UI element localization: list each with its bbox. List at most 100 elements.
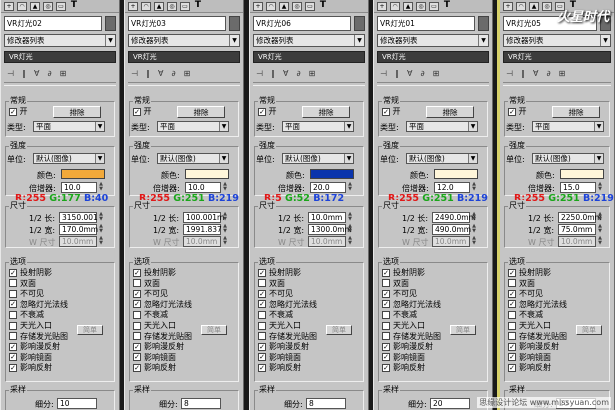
display-tab-icon[interactable]: ▭	[305, 1, 315, 11]
motion-tab-icon[interactable]: ◎	[292, 1, 302, 11]
multiplier-field[interactable]: 20.0	[310, 182, 346, 193]
display-tab-icon[interactable]: ▭	[429, 1, 439, 11]
display-tab-icon[interactable]: ▭	[180, 1, 190, 11]
utilities-hammer-icon[interactable]: T	[442, 0, 452, 11]
modifier-stack-item[interactable]: VR灯光	[377, 51, 489, 63]
on-checkbox[interactable]	[9, 107, 17, 116]
motion-tab-icon[interactable]: ◎	[167, 1, 177, 11]
hierarchy-tab-icon[interactable]: ▲	[154, 1, 164, 11]
light-color-picker[interactable]	[560, 169, 604, 179]
show-end-result-icon[interactable]: ‖	[395, 69, 399, 78]
skylight-portal-checkbox[interactable]	[382, 321, 390, 330]
type-dropdown[interactable]: 平面 ▼	[406, 121, 478, 132]
exclude-button[interactable]: 排除	[552, 106, 600, 118]
simple-button[interactable]: 简单	[201, 325, 227, 335]
hierarchy-tab-icon[interactable]: ▲	[279, 1, 289, 11]
make-unique-icon[interactable]: ∀	[407, 69, 412, 78]
remove-modifier-icon[interactable]: ∂	[546, 69, 550, 78]
modify-tab-icon[interactable]: ◠	[390, 1, 400, 11]
skylight-portal-checkbox[interactable]	[9, 321, 17, 330]
no-decay-checkbox[interactable]	[133, 310, 141, 319]
cast-shadows-checkbox[interactable]	[508, 268, 516, 277]
units-dropdown[interactable]: 默认(图像) ▼	[532, 153, 604, 164]
half-length-field[interactable]: 10.0mm	[308, 212, 346, 223]
subdivs-field[interactable]: 20	[430, 398, 470, 409]
configure-sets-icon[interactable]: ⊞	[559, 69, 566, 78]
half-width-spinner[interactable]: ▲ ▼	[98, 224, 104, 235]
show-end-result-icon[interactable]: ‖	[146, 69, 150, 78]
multiplier-field[interactable]: 15.0	[560, 182, 596, 193]
object-color-swatch[interactable]	[105, 16, 116, 31]
modifier-stack-item[interactable]: VR灯光	[253, 51, 365, 63]
modifier-list-dropdown[interactable]: 修改器列表 ▼	[503, 34, 611, 47]
utilities-hammer-icon[interactable]: T	[193, 0, 203, 11]
exclude-button[interactable]: 排除	[426, 106, 474, 118]
affect-reflections-checkbox[interactable]	[133, 363, 141, 372]
remove-modifier-icon[interactable]: ∂	[296, 69, 300, 78]
affect-reflections-checkbox[interactable]	[382, 363, 390, 372]
remove-modifier-icon[interactable]: ∂	[47, 69, 51, 78]
cast-shadows-checkbox[interactable]	[9, 268, 17, 277]
multiplier-field[interactable]: 10.0	[185, 182, 221, 193]
create-tab-icon[interactable]: +	[503, 1, 513, 11]
double-sided-checkbox[interactable]	[508, 279, 516, 288]
configure-sets-icon[interactable]: ⊞	[309, 69, 316, 78]
ignore-light-normals-checkbox[interactable]	[258, 300, 266, 309]
subdivs-field[interactable]: 8	[181, 398, 221, 409]
w-size-field[interactable]: 10.0mm	[59, 236, 97, 247]
pin-stack-icon[interactable]: ⊣	[256, 69, 263, 78]
modify-tab-icon[interactable]: ◠	[266, 1, 276, 11]
multiplier-spinner[interactable]: ▲ ▼	[98, 182, 104, 193]
light-color-picker[interactable]	[310, 169, 354, 179]
invisible-checkbox[interactable]	[258, 289, 266, 298]
double-sided-checkbox[interactable]	[133, 279, 141, 288]
half-length-spinner[interactable]: ▲ ▼	[222, 212, 228, 223]
store-irradiance-checkbox[interactable]	[382, 332, 390, 341]
type-dropdown[interactable]: 平面 ▼	[282, 121, 354, 132]
half-width-spinner[interactable]: ▲ ▼	[222, 224, 228, 235]
w-size-spinner[interactable]: ▲ ▼	[471, 236, 477, 247]
w-size-field[interactable]: 10.0mm	[558, 236, 596, 247]
make-unique-icon[interactable]: ∀	[34, 69, 39, 78]
simple-button[interactable]: 简单	[450, 325, 476, 335]
light-color-picker[interactable]	[185, 169, 229, 179]
modifier-list-dropdown[interactable]: 修改器列表 ▼	[377, 34, 489, 47]
subdivs-field[interactable]: 10	[57, 398, 97, 409]
units-dropdown[interactable]: 默认(图像) ▼	[157, 153, 229, 164]
store-irradiance-checkbox[interactable]	[9, 332, 17, 341]
no-decay-checkbox[interactable]	[382, 310, 390, 319]
type-dropdown[interactable]: 平面 ▼	[532, 121, 604, 132]
modifier-list-dropdown[interactable]: 修改器列表 ▼	[4, 34, 116, 47]
affect-specular-checkbox[interactable]	[9, 353, 17, 362]
affect-specular-checkbox[interactable]	[133, 353, 141, 362]
cast-shadows-checkbox[interactable]	[258, 268, 266, 277]
affect-reflections-checkbox[interactable]	[508, 363, 516, 372]
w-size-spinner[interactable]: ▲ ▼	[597, 236, 603, 247]
store-irradiance-checkbox[interactable]	[133, 332, 141, 341]
modify-tab-icon[interactable]: ◠	[516, 1, 526, 11]
multiplier-field[interactable]: 10.0	[61, 182, 97, 193]
half-length-spinner[interactable]: ▲ ▼	[597, 212, 603, 223]
half-width-spinner[interactable]: ▲ ▼	[347, 224, 353, 235]
modifier-stack-item[interactable]: VR灯光	[4, 51, 116, 63]
w-size-field[interactable]: 10.0mm	[308, 236, 346, 247]
affect-reflections-checkbox[interactable]	[9, 363, 17, 372]
configure-sets-icon[interactable]: ⊞	[433, 69, 440, 78]
type-dropdown[interactable]: 平面 ▼	[33, 121, 105, 132]
motion-tab-icon[interactable]: ◎	[43, 1, 53, 11]
simple-button[interactable]: 简单	[77, 325, 103, 335]
create-tab-icon[interactable]: +	[253, 1, 263, 11]
object-color-swatch[interactable]	[478, 16, 489, 31]
ignore-light-normals-checkbox[interactable]	[133, 300, 141, 309]
half-width-field[interactable]: 490.0mm	[432, 224, 471, 235]
make-unique-icon[interactable]: ∀	[533, 69, 538, 78]
double-sided-checkbox[interactable]	[9, 279, 17, 288]
pin-stack-icon[interactable]: ⊣	[380, 69, 387, 78]
exclude-button[interactable]: 排除	[177, 106, 225, 118]
skylight-portal-checkbox[interactable]	[258, 321, 266, 330]
exclude-button[interactable]: 排除	[302, 106, 350, 118]
light-color-picker[interactable]	[61, 169, 105, 179]
cast-shadows-checkbox[interactable]	[382, 268, 390, 277]
affect-diffuse-checkbox[interactable]	[258, 342, 266, 351]
utilities-hammer-icon[interactable]: T	[69, 0, 79, 11]
